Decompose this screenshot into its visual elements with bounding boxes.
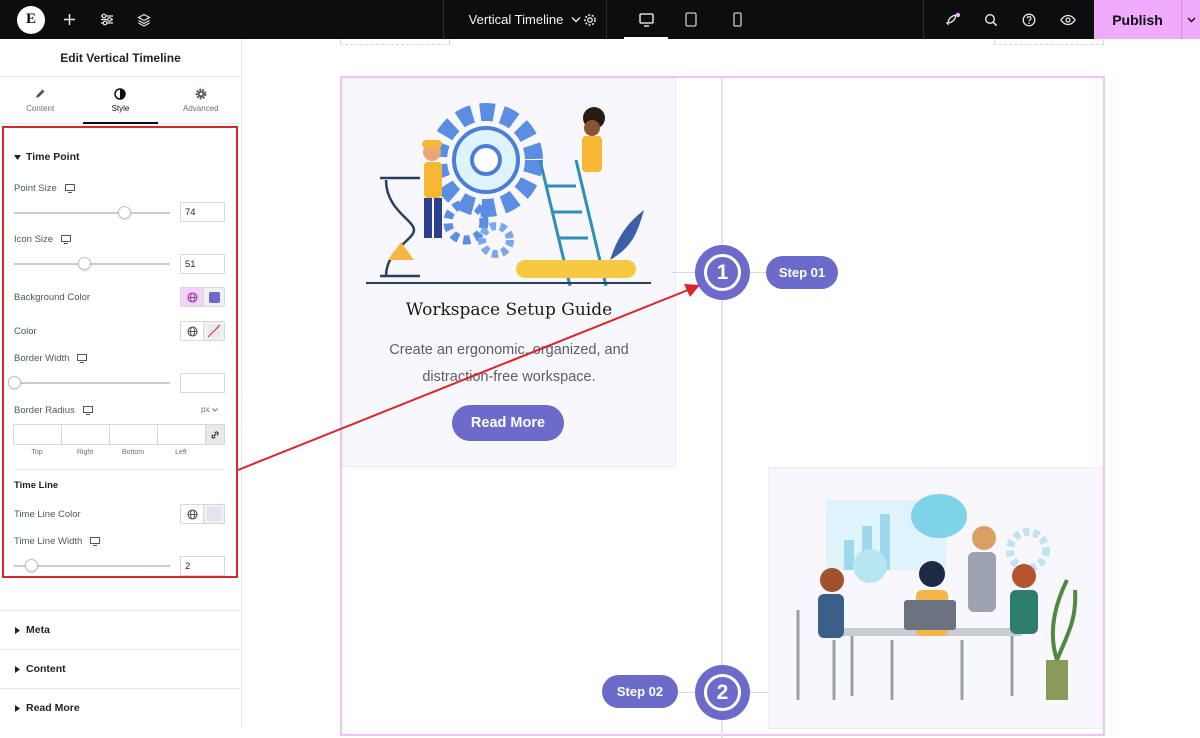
annotation-arrow	[237, 284, 700, 471]
